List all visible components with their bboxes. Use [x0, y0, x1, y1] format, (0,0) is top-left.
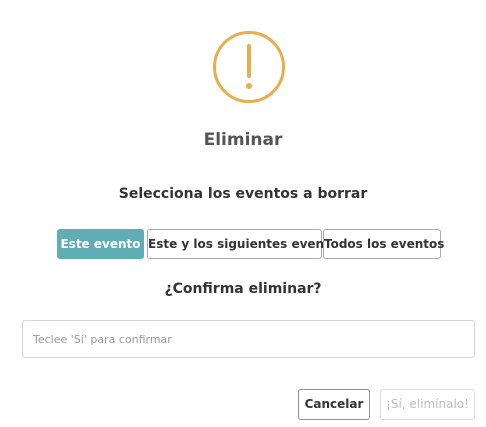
- scope-this-and-following-button[interactable]: Este y los siguientes eventos: [147, 229, 345, 259]
- confirm-question: ¿Confirma eliminar?: [164, 281, 322, 297]
- cancel-button[interactable]: Cancelar: [298, 389, 370, 420]
- warning-exclamation-icon: [213, 31, 285, 103]
- dialog-subtitle: Selecciona los eventos a borrar: [118, 186, 368, 202]
- delete-event-dialog: Eliminar Selecciona los eventos a borrar…: [0, 0, 486, 427]
- dialog-title: Eliminar: [203, 130, 283, 150]
- scope-this-event-button[interactable]: Este evento: [57, 229, 144, 259]
- confirm-text-input[interactable]: [22, 320, 475, 358]
- confirm-delete-button[interactable]: ¡Sí, elimínalo!: [380, 389, 475, 420]
- scope-all-events-button[interactable]: Todos los eventos: [323, 229, 444, 259]
